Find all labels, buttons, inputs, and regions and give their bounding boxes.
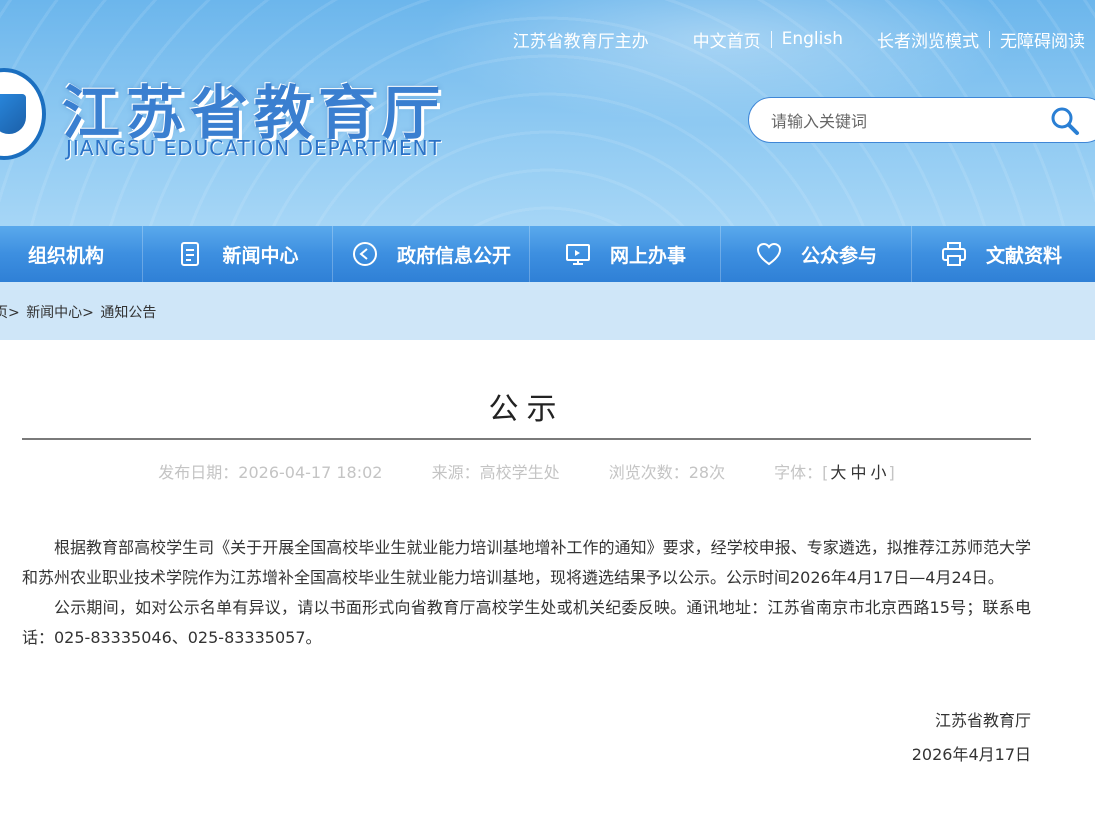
heart-icon [756, 242, 781, 266]
search-icon[interactable] [1049, 105, 1081, 137]
font-size-large[interactable]: 大 [830, 463, 846, 482]
search-box [748, 97, 1095, 143]
nav-item-documents[interactable]: 文献资料 [912, 226, 1095, 282]
breadcrumb-news[interactable]: 新闻中心> [26, 305, 94, 321]
link-english[interactable]: English [772, 29, 853, 49]
font-size-small[interactable]: 小 [870, 463, 886, 482]
signature-org: 江苏省教育厅 [934, 711, 1031, 730]
nav-item-gov-info[interactable]: 政府信息公开 [333, 226, 530, 282]
nav-label: 文献资料 [986, 244, 1063, 267]
nav-label: 政府信息公开 [396, 244, 511, 267]
nav-item-news[interactable]: 新闻中心 [143, 226, 333, 282]
site-header: 江苏省教育厅主办 中文首页 English 长者浏览模式 无障碍阅读 江苏省教育… [0, 0, 1095, 226]
link-chinese-home[interactable]: 中文首页 [683, 27, 771, 52]
breadcrumb-home[interactable]: 页> [0, 305, 20, 321]
page-title: 公示 [488, 392, 565, 427]
nav-label: 网上办事 [609, 244, 686, 267]
main-nav: 组织机构 新闻中心 政府信息公开 网上办事 公众参与 文献资料 [0, 226, 1095, 282]
link-accessibility[interactable]: 无障碍阅读 [990, 27, 1095, 52]
site-logo-subtitle: JIANGSU EDUCATION DEPARTMENT [66, 136, 442, 160]
article-meta: 发布日期：2026-04-17 18:02 来源：高校学生处 浏览次数：28次 … [22, 459, 1031, 483]
sponsor-text: 江苏省教育厅主办 [512, 31, 649, 52]
search-input[interactable] [771, 109, 1041, 133]
font-size-switcher: 字体：[大中小] [774, 463, 895, 482]
logo-emblem[interactable] [0, 68, 46, 160]
top-links: 江苏省教育厅主办 中文首页 English 长者浏览模式 无障碍阅读 [513, 26, 1095, 52]
breadcrumb: 页> 新闻中心> 通知公告 [0, 302, 158, 322]
breadcrumb-notices[interactable]: 通知公告 [100, 305, 156, 321]
publish-date: 发布日期：2026-04-17 18:02 [158, 463, 383, 482]
title-divider [22, 438, 1031, 440]
nav-item-public-participation[interactable]: 公众参与 [721, 226, 912, 282]
nav-item-online-service[interactable]: 网上办事 [530, 226, 721, 282]
nav-label: 新闻中心 [222, 244, 299, 267]
view-count: 浏览次数：28次 [608, 463, 726, 482]
link-elder-mode[interactable]: 长者浏览模式 [867, 27, 989, 52]
signature-date: 2026年4月17日 [911, 745, 1031, 764]
article-paragraph: 根据教育部高校学生司《关于开展全国高校毕业生就业能力培训基地增补工作的通知》要求… [22, 538, 1031, 587]
document-icon [181, 242, 200, 266]
breadcrumb-bar: 页> 新闻中心> 通知公告 [0, 282, 1095, 340]
article-source: 来源：高校学生处 [431, 463, 560, 482]
monitor-icon [565, 244, 590, 265]
play-circle-icon [352, 242, 377, 266]
article-paragraph: 公示期间，如对公示名单有异议，请以书面形式向省教育厅高校学生处或机关纪委反映。通… [22, 598, 1031, 647]
nav-label: 组织机构 [28, 244, 105, 267]
article-body: 根据教育部高校学生司《关于开展全国高校毕业生就业能力培训基地增补工作的通知》要求… [22, 533, 1031, 653]
font-size-medium[interactable]: 中 [850, 463, 866, 482]
nav-label: 公众参与 [800, 244, 877, 267]
nav-item-organization[interactable]: 组织机构 [0, 226, 143, 282]
printer-icon [942, 242, 966, 266]
